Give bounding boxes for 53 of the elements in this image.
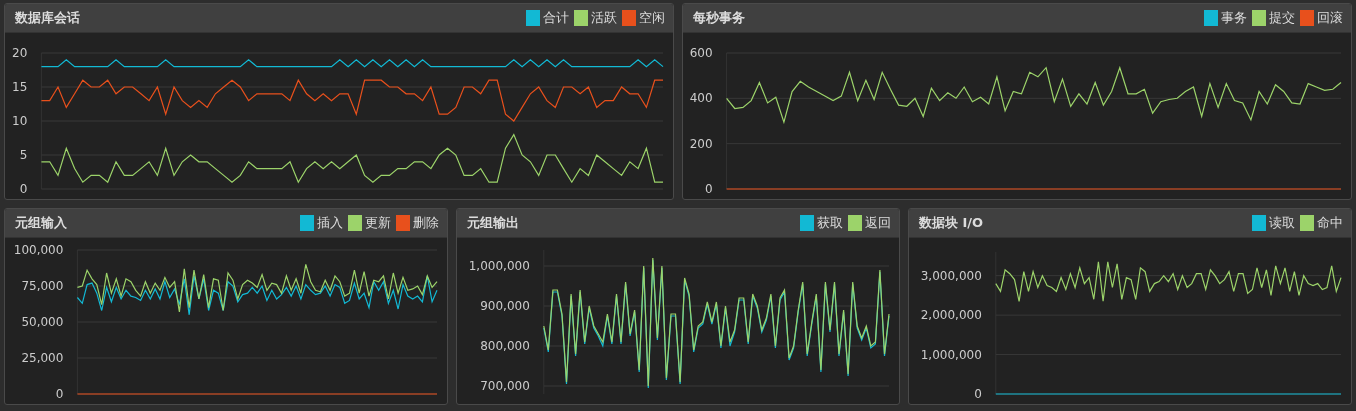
- legend-swatch[interactable]: [1300, 215, 1314, 231]
- legend-label[interactable]: 事务: [1221, 9, 1247, 27]
- axis-tick-label: 1,000,000: [920, 347, 982, 362]
- panel-title: 数据库会话: [15, 9, 80, 27]
- axis-tick-label: 600: [689, 46, 713, 60]
- legend-label[interactable]: 删除: [413, 214, 439, 232]
- axis-tick-label: 1,000,000: [468, 259, 530, 273]
- panel-title: 每秒事务: [693, 9, 745, 27]
- legend-label[interactable]: 获取: [817, 214, 843, 232]
- legend-swatch[interactable]: [800, 215, 814, 231]
- legend-swatch[interactable]: [1204, 10, 1218, 26]
- legend-label[interactable]: 读取: [1269, 214, 1295, 232]
- axis-tick-label: 400: [689, 91, 713, 106]
- axis-tick-label: 25,000: [21, 351, 64, 365]
- axis-tick-label: 2,000,000: [920, 308, 982, 323]
- axis-tick-label: 5: [19, 148, 28, 162]
- legend-label[interactable]: 合计: [543, 9, 569, 27]
- legend-label[interactable]: 空闲: [639, 9, 665, 27]
- legend-label[interactable]: 插入: [317, 214, 343, 232]
- axis-tick-label: 75,000: [21, 279, 64, 293]
- legend-label[interactable]: 活跃: [591, 9, 617, 27]
- axis-tick-label: 50,000: [21, 315, 64, 329]
- legend-swatch[interactable]: [1300, 10, 1314, 26]
- legend-swatch[interactable]: [526, 10, 540, 26]
- axis-tick-label: 200: [689, 136, 713, 151]
- legend-swatch[interactable]: [848, 215, 862, 231]
- legend-label[interactable]: 提交: [1269, 9, 1295, 27]
- legend-swatch[interactable]: [348, 215, 362, 231]
- legend-label[interactable]: 更新: [365, 214, 391, 232]
- legend-swatch[interactable]: [396, 215, 410, 231]
- axis-tick-label: 0: [974, 387, 982, 401]
- axis-tick-label: 900,000: [480, 299, 530, 313]
- axis-tick-label: 3,000,000: [920, 268, 982, 283]
- legend-label[interactable]: 返回: [865, 214, 891, 232]
- legend-swatch[interactable]: [300, 215, 314, 231]
- legend-label[interactable]: 回滚: [1317, 9, 1343, 27]
- legend-swatch[interactable]: [1252, 215, 1266, 231]
- axis-tick-label: 0: [704, 182, 713, 196]
- axis-tick-label: 20: [12, 46, 28, 60]
- legend-swatch[interactable]: [1252, 10, 1266, 26]
- axis-tick-label: 100,000: [13, 243, 64, 257]
- legend-swatch[interactable]: [622, 10, 636, 26]
- axis-tick-label: 10: [12, 114, 28, 128]
- panel-title: 元组输出: [467, 214, 519, 232]
- axis-tick-label: 800,000: [480, 339, 530, 353]
- axis-tick-label: 700,000: [480, 379, 530, 393]
- axis-tick-label: 0: [19, 182, 28, 196]
- panel-title: 元组输入: [15, 214, 67, 232]
- legend-label[interactable]: 命中: [1317, 214, 1343, 232]
- axis-tick-label: 0: [55, 387, 64, 401]
- axis-tick-label: 15: [12, 80, 28, 94]
- legend-swatch[interactable]: [574, 10, 588, 26]
- panel-title: 数据块 I/O: [919, 214, 984, 232]
